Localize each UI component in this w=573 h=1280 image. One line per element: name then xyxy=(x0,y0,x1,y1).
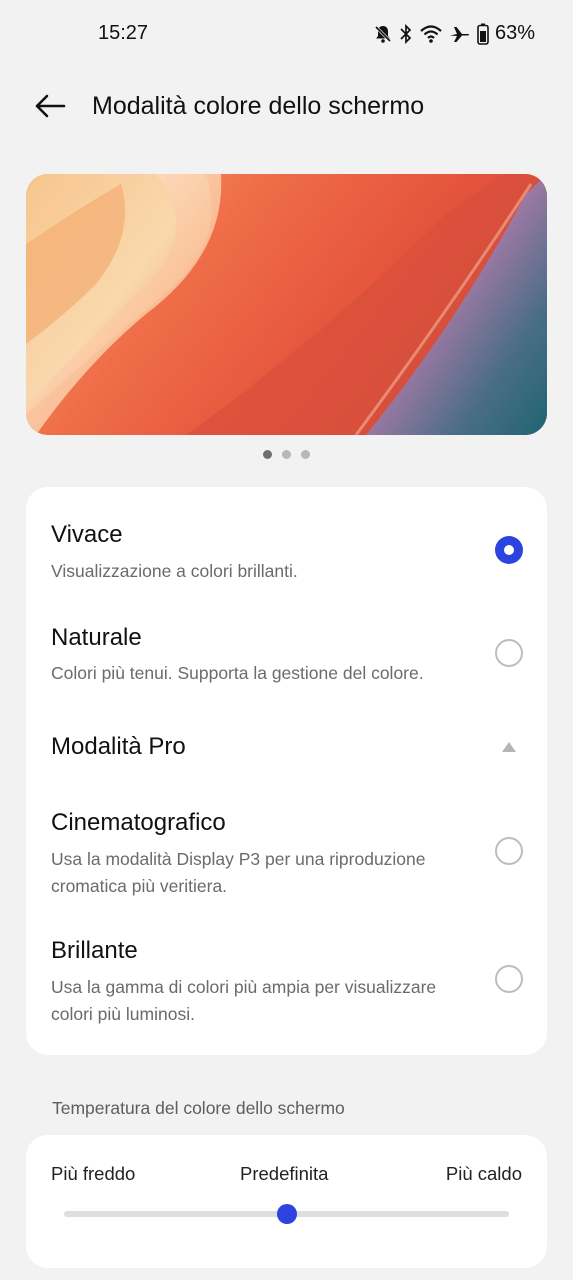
back-button[interactable] xyxy=(28,88,72,128)
option-description: Visualizzazione a colori brillanti. xyxy=(51,561,298,581)
bluetooth-icon xyxy=(399,23,413,44)
wifi-icon xyxy=(419,24,443,44)
status-bar: 15:27 63% xyxy=(0,0,573,68)
option-brillante[interactable]: Brillante Usa la gamma di colori più amp… xyxy=(26,917,547,1055)
app-header: Modalità colore dello schermo xyxy=(0,80,573,136)
option-vivace[interactable]: Vivace Visualizzazione a colori brillant… xyxy=(26,487,547,587)
carousel-indicator xyxy=(0,450,573,459)
slider-min-label: Più freddo xyxy=(51,1163,136,1184)
option-description: Usa la gamma di colori più ampia per vis… xyxy=(51,977,437,1024)
carousel-dot[interactable] xyxy=(282,450,291,459)
radio-button-selected[interactable] xyxy=(495,536,523,564)
battery-icon xyxy=(477,23,489,45)
radio-button[interactable] xyxy=(495,639,523,667)
option-naturale[interactable]: Naturale Colori più tenui. Supporta la g… xyxy=(26,587,547,689)
option-description: Colori più tenui. Supporta la gestione d… xyxy=(51,663,424,683)
pro-mode-section-header[interactable]: Modalità Pro xyxy=(26,689,547,789)
bell-muted-icon xyxy=(373,24,393,44)
color-mode-options-card: Vivace Visualizzazione a colori brillant… xyxy=(26,487,547,1055)
triangle-up-icon[interactable] xyxy=(501,740,517,752)
option-title: Vivace xyxy=(51,521,123,548)
option-cinematografico[interactable]: Cinematografico Usa la modalità Display … xyxy=(26,789,547,917)
preview-image[interactable] xyxy=(26,174,547,435)
temperature-slider-thumb[interactable] xyxy=(276,1204,297,1224)
airplane-icon xyxy=(449,24,471,44)
arrow-left-icon xyxy=(34,93,66,124)
battery-percent: 63% xyxy=(494,22,535,44)
temperature-card: Più freddo Predefinita Più caldo xyxy=(26,1135,547,1268)
slider-default-label: Predefinita xyxy=(240,1163,329,1184)
carousel-dot[interactable] xyxy=(263,450,272,459)
preview-artwork xyxy=(26,174,547,435)
radio-button[interactable] xyxy=(495,965,523,993)
option-title: Cinematografico xyxy=(51,809,226,836)
carousel-dot[interactable] xyxy=(301,450,310,459)
status-time: 15:27 xyxy=(98,22,149,44)
option-description: Usa la modalità Display P3 per una ripro… xyxy=(51,849,426,896)
option-title: Brillante xyxy=(51,937,138,964)
radio-button[interactable] xyxy=(495,837,523,865)
temperature-section-label: Temperatura del colore dello schermo xyxy=(52,1098,345,1118)
page-title: Modalità colore dello schermo xyxy=(92,92,425,120)
status-icons: 63% xyxy=(373,22,535,45)
slider-max-label: Più caldo xyxy=(445,1163,522,1184)
section-title: Modalità Pro xyxy=(51,733,186,760)
option-title: Naturale xyxy=(51,624,142,651)
